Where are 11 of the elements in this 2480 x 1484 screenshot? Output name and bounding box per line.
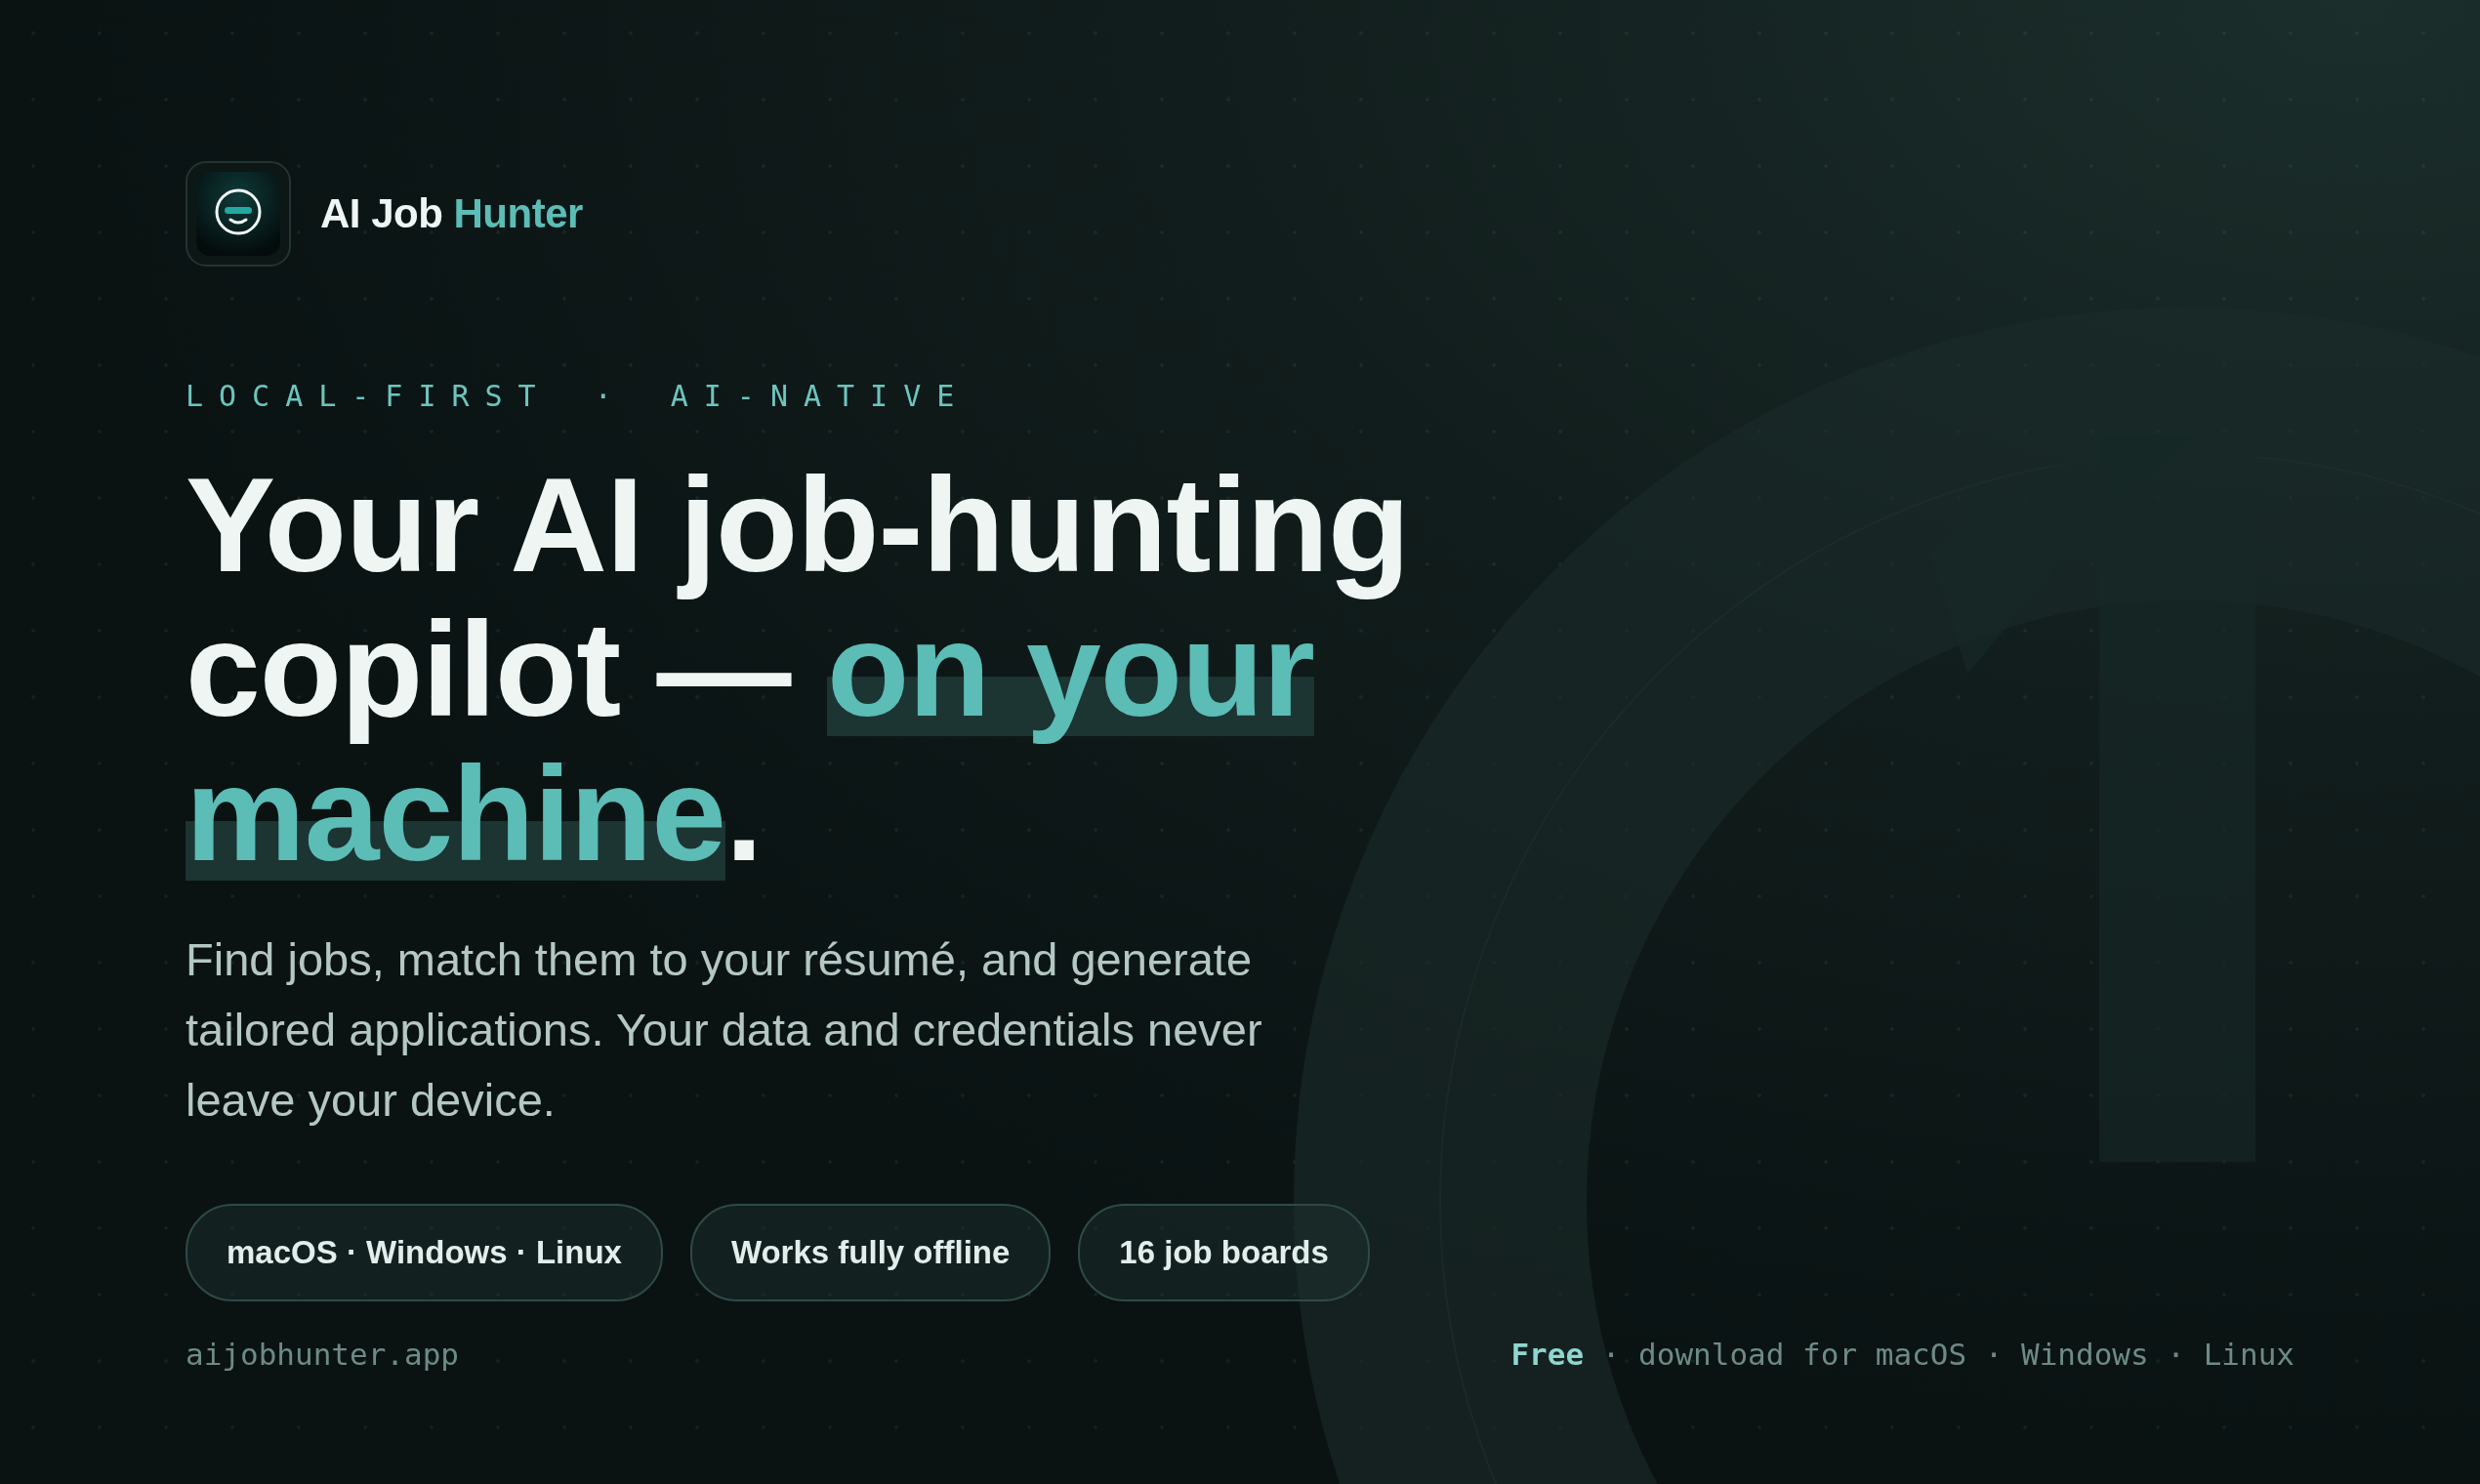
- separator-dot: ·: [594, 379, 628, 413]
- feature-pill: Works fully offline: [689, 1204, 1052, 1301]
- download-note: Free · download for macOS · Windows · Linux: [1510, 1337, 2294, 1372]
- eyebrow-label: AI-NATIVE: [670, 379, 971, 413]
- lead-paragraph: Find jobs, match them to your résumé, and generate tailored applications. Your data and credentials never leave your device.: [186, 932, 1263, 1128]
- site-url: aijobhunter.app: [186, 1337, 459, 1372]
- feature-pill: 16 job boards: [1078, 1204, 1370, 1301]
- brand-name: AI Job Hunter: [320, 190, 583, 237]
- logo-icon: [186, 161, 291, 267]
- feature-pill: macOS · Windows · Linux: [186, 1204, 663, 1301]
- eyebrow-label: LOCAL-FIRST: [186, 379, 552, 413]
